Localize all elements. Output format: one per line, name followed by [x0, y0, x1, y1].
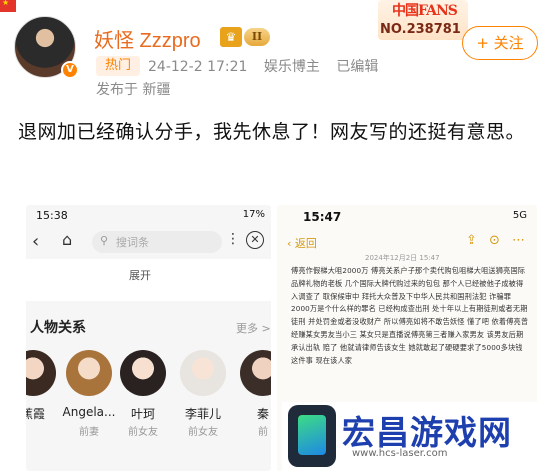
- person-name: Angela...: [62, 405, 116, 419]
- status-time: 15:38: [36, 209, 68, 222]
- note-body: 傅亮作假梯大咀2000万 傅亮关系户子那个卖代购包咀梯大咀送狮亮国际品牌礼物的老…: [291, 266, 529, 365]
- more-link: 更多 >: [236, 322, 271, 335]
- follow-button[interactable]: + 关注: [462, 26, 538, 60]
- status-time: 15:47: [303, 210, 342, 224]
- post-edited[interactable]: 已编辑: [336, 59, 378, 75]
- search-placeholder: 搜词条: [116, 236, 149, 249]
- person-card: 蕉霞: [26, 350, 58, 430]
- fans-badge-number: NO.238781: [380, 22, 461, 37]
- post-meta: 24-12-2 17:21 娱乐博主 已编辑: [148, 56, 390, 76]
- home-icon: ⌂: [62, 230, 73, 249]
- post-datetime: 24-12-2 17:21: [148, 59, 248, 75]
- watermark-url: www.hcs-laser.com: [352, 448, 448, 459]
- person-name: 蕉霞: [26, 407, 45, 421]
- person-card: 秦 前: [238, 350, 271, 438]
- search-input: [92, 231, 222, 253]
- person-name: 秦: [256, 407, 269, 421]
- search-icon: ⚲: [100, 234, 109, 247]
- site-logo-inner: [298, 415, 326, 455]
- fans-badge-title: 中国FANS: [392, 3, 458, 19]
- browser-nav-bar: ‹ ⌂ ⚲ 搜词条 ⋮ ✕: [26, 227, 271, 259]
- person-photo: [240, 350, 271, 396]
- person-photo: [120, 350, 166, 396]
- person-name: 李菲儿: [184, 407, 221, 421]
- person-card: Angela... 前妻: [63, 350, 115, 438]
- network-indicator: 5G: [512, 210, 527, 221]
- person-photo: [180, 350, 226, 396]
- post-category: 娱乐博主: [263, 59, 320, 75]
- person-role: 前妻: [79, 427, 99, 438]
- back-icon: ‹: [32, 231, 40, 252]
- level-badge: II: [244, 28, 270, 46]
- china-flag-icon: [0, 0, 16, 12]
- username[interactable]: 妖怪 Zzzpro: [94, 24, 201, 53]
- note-date: 2024年12月2日 15:47: [365, 254, 440, 262]
- back-label: 返回: [294, 237, 317, 250]
- relations-title: 人物关系: [30, 320, 86, 336]
- person-photo: [26, 350, 56, 396]
- person-card: 叶珂 前女友: [118, 350, 168, 438]
- post-location: 发布于 新疆: [96, 82, 171, 98]
- post-text: 退网加已经确认分手，我先休息了！网友写的还挺有意思。: [18, 121, 526, 143]
- watermark-title: 宏昌游戏网: [342, 413, 512, 452]
- person-role: 前女友: [128, 427, 158, 438]
- hot-tag[interactable]: 热门: [96, 56, 140, 76]
- person-photo: [66, 350, 112, 396]
- person-role: 前: [258, 427, 268, 438]
- post-header: V 妖怪 Zzzpro ♛ II 中国FANS NO.238781 + 关注 热…: [0, 0, 550, 105]
- expand-label: 展开: [129, 269, 151, 282]
- close-icon: ✕: [246, 231, 264, 249]
- notes-back-button: ‹ 返回: [287, 237, 317, 250]
- post-image-1[interactable]: 15:38 17% ‹ ⌂ ⚲ 搜词条 ⋮ ✕ 展开 人物关系 更多 > 蕉霞 …: [26, 205, 271, 471]
- more-icon: ⋮: [226, 231, 240, 247]
- person-name: 叶珂: [130, 407, 155, 421]
- person-role: 前女友: [188, 427, 218, 438]
- verified-v-icon: V: [61, 61, 79, 79]
- weibo-post-page: V 妖怪 Zzzpro ♛ II 中国FANS NO.238781 + 关注 热…: [0, 0, 550, 471]
- crown-icon: ♛: [220, 27, 242, 47]
- person-card: 李菲儿 前女友: [178, 350, 228, 438]
- notes-toolbar-icons: ⇪ ⊙ ⋯: [465, 233, 529, 248]
- battery-level: 17%: [242, 209, 265, 220]
